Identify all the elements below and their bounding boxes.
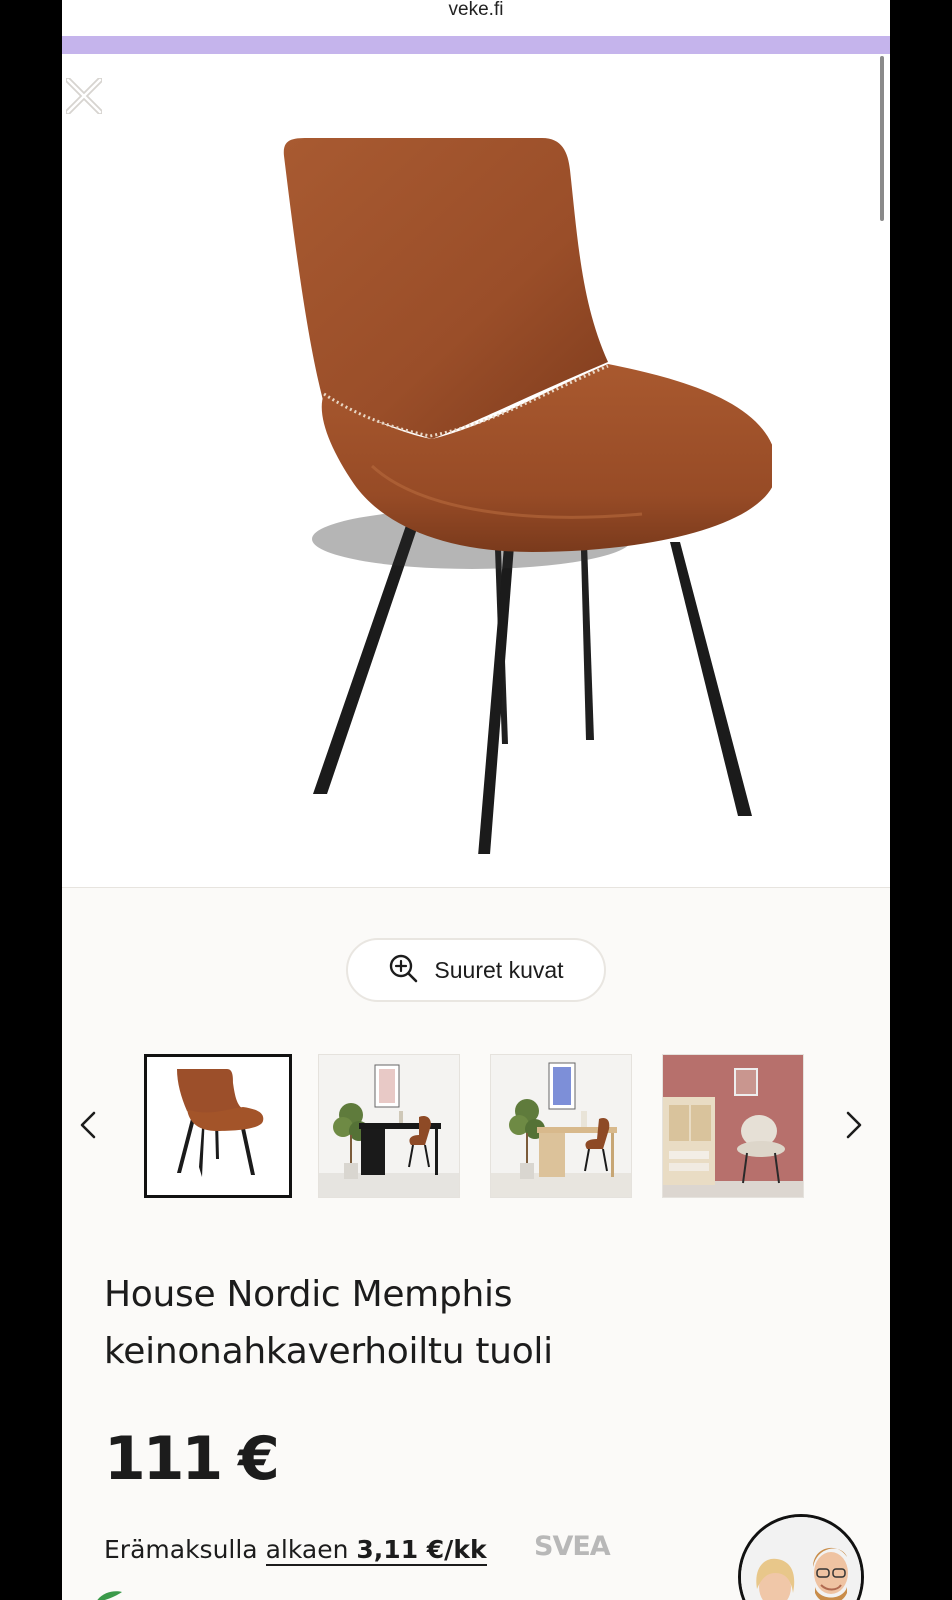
thumbnail-oak-desk-room[interactable] bbox=[490, 1054, 632, 1198]
installment-prefix: Erämaksulla bbox=[104, 1535, 258, 1564]
customer-service-avatar[interactable] bbox=[738, 1514, 864, 1600]
url-text: veke.fi bbox=[448, 0, 504, 20]
svea-logo: SVEA bbox=[534, 1531, 611, 1562]
product-title: House Nordic Memphis keinonahkaverhoiltu… bbox=[104, 1266, 744, 1380]
page: veke.fi Suuret kuvat House Nordic Memphi… bbox=[62, 0, 890, 1600]
close-icon[interactable] bbox=[65, 77, 103, 115]
product-price: 111 € bbox=[104, 1424, 280, 1494]
product-title-line-1: House Nordic Memphis bbox=[104, 1274, 513, 1315]
large-images-button[interactable]: Suuret kuvat bbox=[346, 938, 606, 1002]
product-image-area bbox=[62, 54, 890, 888]
thumbnail-pink-room[interactable] bbox=[662, 1054, 804, 1198]
product-title-line-2: keinonahkaverhoiltu tuoli bbox=[104, 1331, 553, 1372]
leaf-icon bbox=[94, 1588, 124, 1600]
installment-link[interactable]: alkaen 3,11 €/kk bbox=[265, 1535, 487, 1566]
thumbnail-chair[interactable] bbox=[144, 1054, 292, 1198]
zoom-in-icon bbox=[388, 953, 418, 988]
large-images-label: Suuret kuvat bbox=[434, 956, 564, 983]
page-progress-bar bbox=[62, 36, 890, 54]
chevron-right-icon[interactable] bbox=[838, 1107, 868, 1143]
browser-url-bar[interactable]: veke.fi bbox=[62, 0, 890, 36]
installment-link-text: alkaen bbox=[265, 1535, 349, 1564]
chevron-left-icon[interactable] bbox=[74, 1107, 104, 1143]
thumbnail-desk-room[interactable] bbox=[318, 1054, 460, 1198]
product-main-image[interactable] bbox=[212, 94, 777, 880]
scrollbar[interactable] bbox=[880, 56, 884, 221]
installment-amount: 3,11 €/kk bbox=[356, 1535, 487, 1564]
installment-info: Erämaksulla alkaen 3,11 €/kk bbox=[104, 1535, 487, 1566]
